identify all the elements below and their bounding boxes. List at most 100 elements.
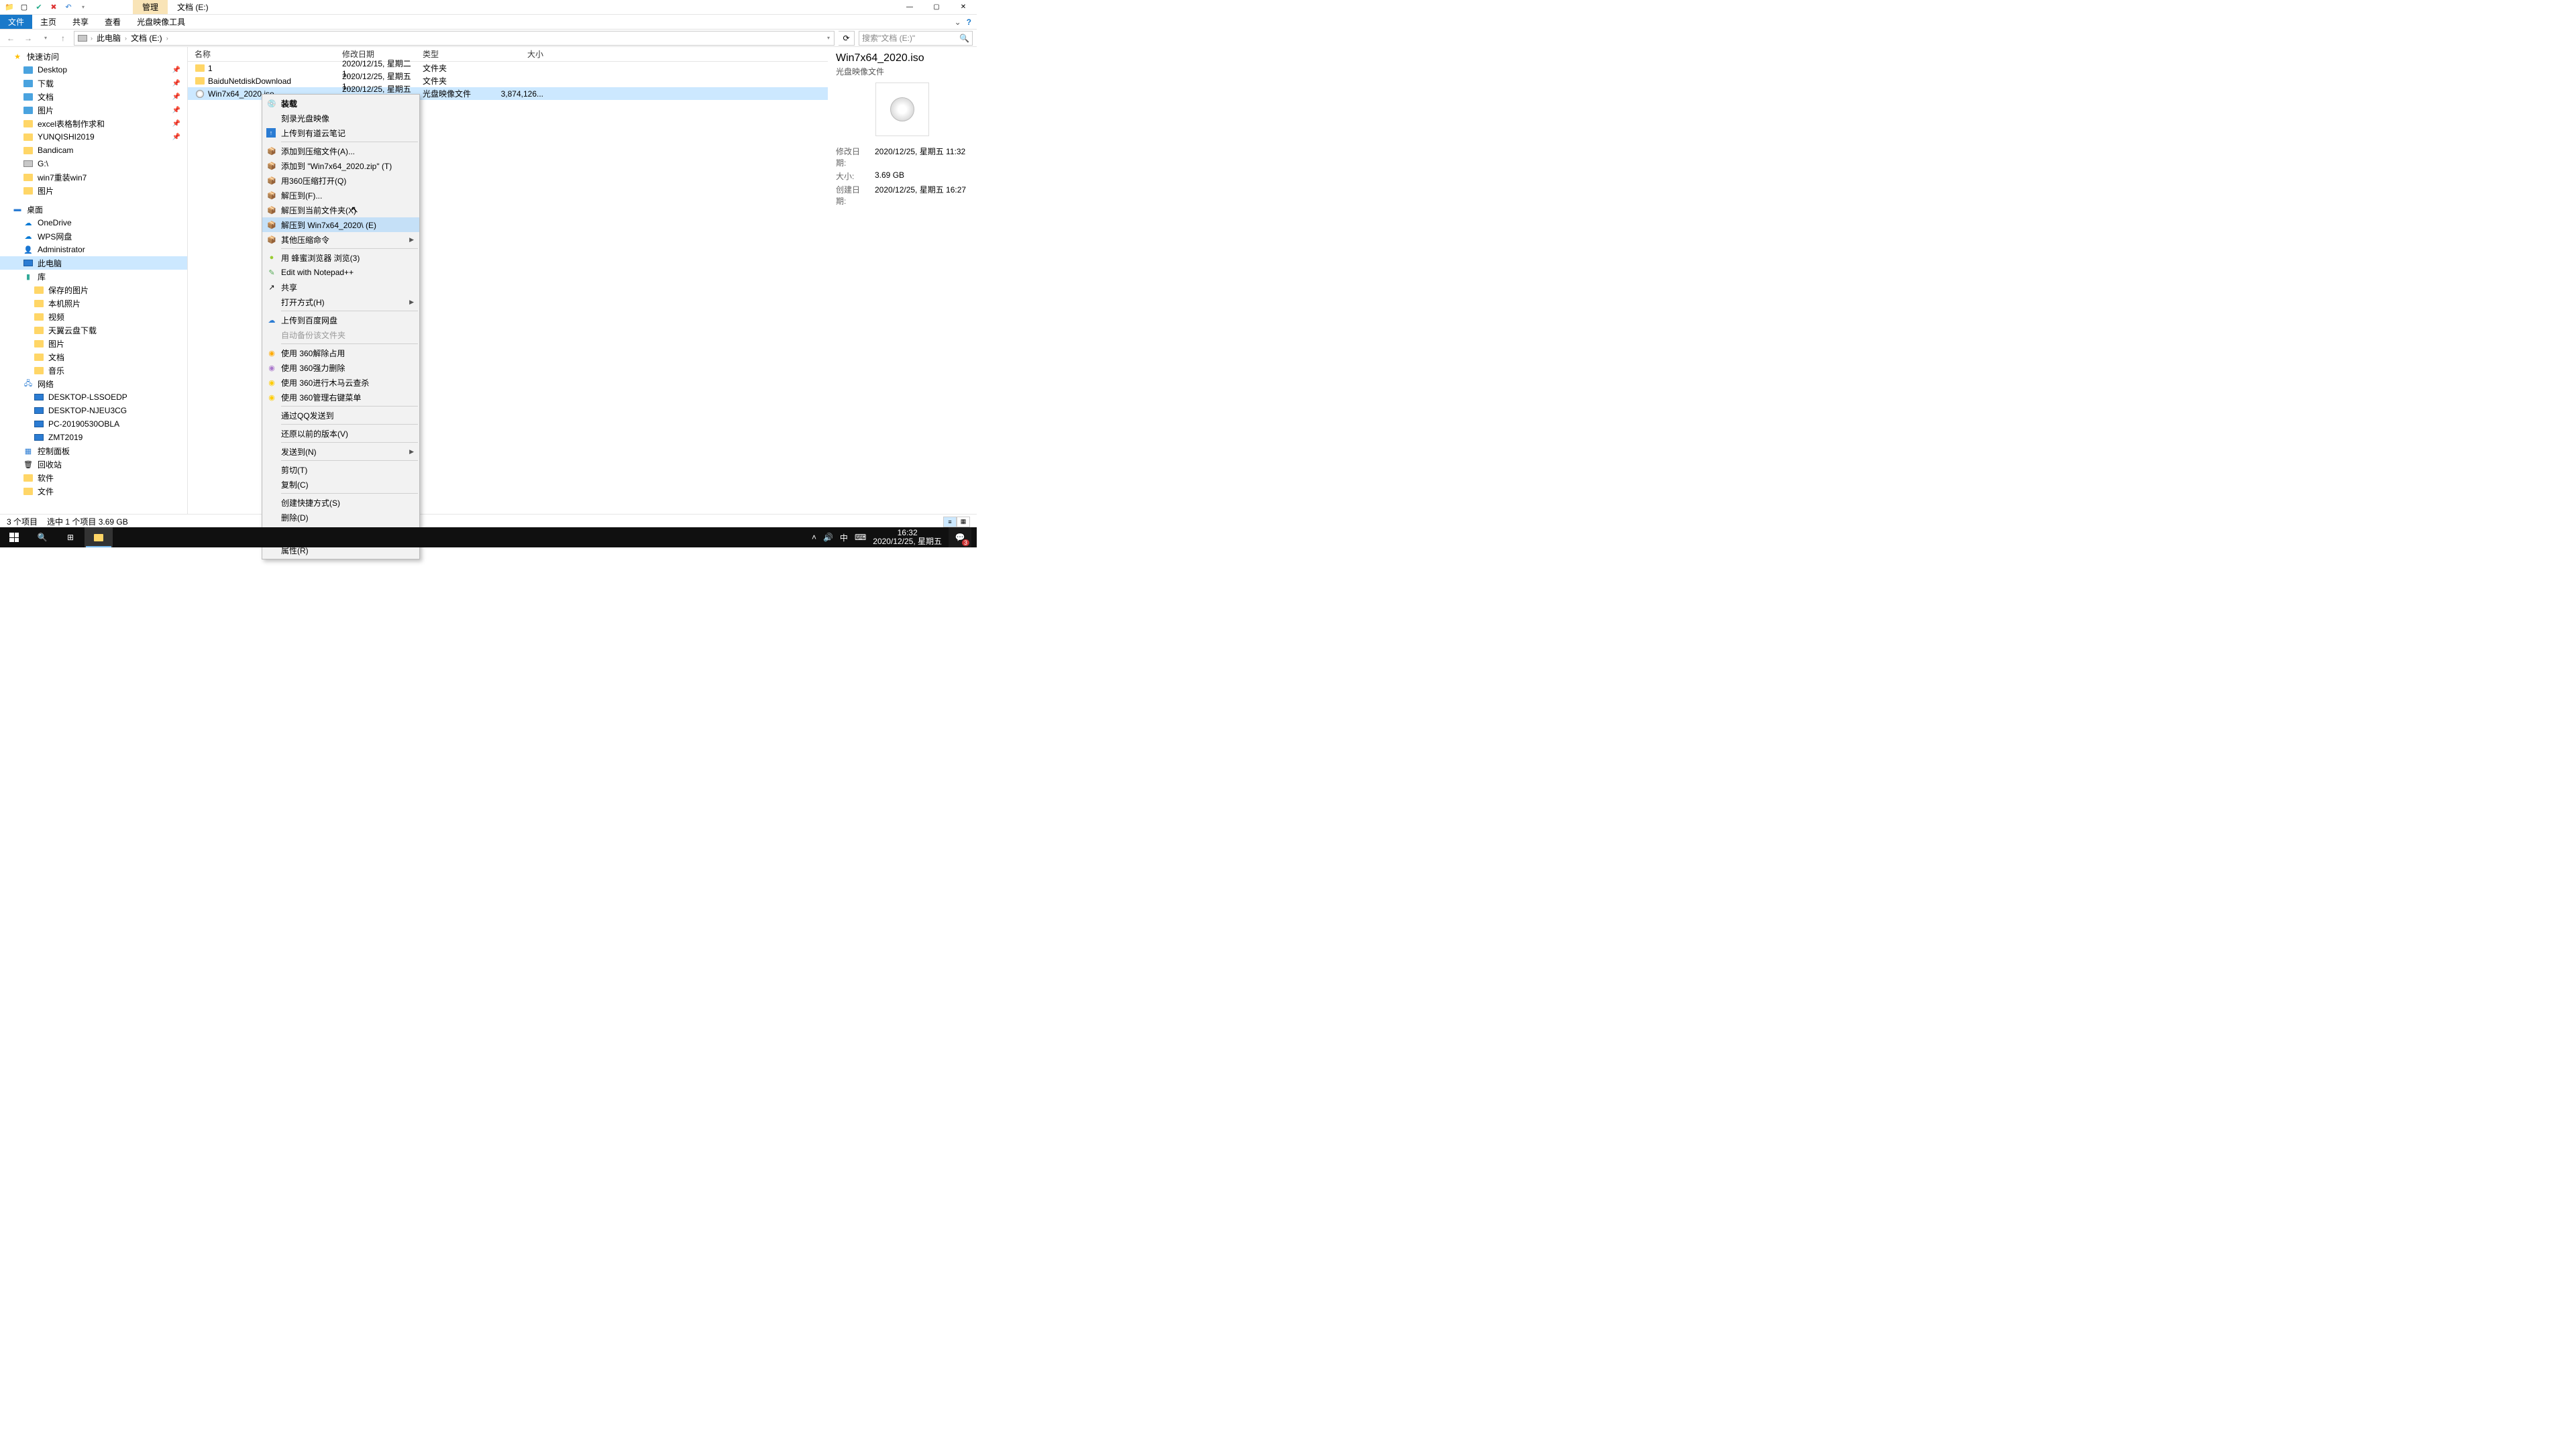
tree-net-pc-2[interactable]: DESKTOP-NJEU3CG	[0, 404, 187, 417]
task-view-button[interactable]: ⊞	[56, 527, 85, 547]
taskbar-search-button[interactable]: 🔍	[28, 527, 56, 547]
tree-music[interactable]: 音乐	[0, 364, 187, 377]
crumb-location[interactable]: 文档 (E:)	[129, 32, 164, 44]
start-button[interactable]	[0, 527, 28, 547]
tree-tianyi[interactable]: 天翼云盘下载	[0, 323, 187, 337]
ctx-360-unlock[interactable]: ◉使用 360解除占用	[262, 345, 419, 360]
tree-libraries[interactable]: ▮库	[0, 270, 187, 283]
maximize-button[interactable]: ▢	[923, 0, 950, 15]
tree-win7-folder[interactable]: win7重装win7	[0, 170, 187, 184]
ctx-copy[interactable]: 复制(C)	[262, 477, 419, 492]
refresh-button[interactable]: ⟳	[839, 31, 855, 46]
qat-undo-icon[interactable]: ↶	[63, 2, 74, 13]
tree-recycle[interactable]: 🗑回收站	[0, 458, 187, 471]
ctx-360-delete[interactable]: ◉使用 360强力删除	[262, 360, 419, 375]
qat-check-icon[interactable]: ✔	[34, 2, 44, 13]
action-center-button[interactable]: 💬3	[949, 527, 971, 547]
tree-desktop[interactable]: Desktop📌	[0, 63, 187, 76]
tree-camera-roll[interactable]: 本机照片	[0, 297, 187, 310]
ctx-youdao[interactable]: ↑上传到有道云笔记	[262, 125, 419, 140]
col-size[interactable]: 大小	[490, 48, 543, 60]
ctx-burn[interactable]: 刻录光盘映像	[262, 111, 419, 125]
qat-checkbox-icon[interactable]: ▢	[19, 2, 30, 13]
tree-administrator[interactable]: 👤Administrator	[0, 243, 187, 256]
ctx-share[interactable]: ↗共享	[262, 280, 419, 294]
ctx-add-zip[interactable]: 📦添加到 "Win7x64_2020.zip" (T)	[262, 158, 419, 173]
col-name[interactable]: 名称	[195, 48, 342, 60]
breadcrumb[interactable]: › 此电脑 › 文档 (E:) › ▾	[74, 31, 835, 46]
ctx-add-archive[interactable]: 📦添加到压缩文件(A)...	[262, 144, 419, 158]
ribbon-tab-file[interactable]: 文件	[0, 15, 32, 29]
ribbon-expand-icon[interactable]: ⌄	[955, 17, 961, 27]
tree-net-pc-4[interactable]: ZMT2019	[0, 431, 187, 444]
ctx-create-shortcut[interactable]: 创建快捷方式(S)	[262, 495, 419, 510]
tray-overflow-icon[interactable]: ˄	[812, 533, 816, 542]
ctx-other-compress[interactable]: 📦其他压缩命令▶	[262, 232, 419, 247]
qat-delete-icon[interactable]: ✖	[48, 2, 59, 13]
tree-net-pc-1[interactable]: DESKTOP-LSSOEDP	[0, 390, 187, 404]
breadcrumb-dropdown-icon[interactable]: ▾	[827, 35, 831, 41]
chevron-right-icon[interactable]: ›	[89, 35, 94, 42]
tree-pictures-3[interactable]: 图片	[0, 337, 187, 350]
tree-net-pc-3[interactable]: PC-20190530OBLA	[0, 417, 187, 431]
ctx-restore-versions[interactable]: 还原以前的版本(V)	[262, 426, 419, 441]
nav-up-button[interactable]: ↑	[56, 32, 70, 45]
tree-yunqishi[interactable]: YUNQISHI2019📌	[0, 130, 187, 144]
ribbon-tab-iso-tools[interactable]: 光盘映像工具	[129, 15, 193, 29]
taskbar-clock[interactable]: 16:32 2020/12/25, 星期五	[873, 529, 942, 546]
ctx-extract-to[interactable]: 📦解压到(F)...	[262, 188, 419, 203]
tree-onedrive[interactable]: ☁OneDrive	[0, 216, 187, 229]
ribbon-tab-share[interactable]: 共享	[64, 15, 97, 29]
help-icon[interactable]: ?	[967, 17, 971, 27]
ctx-open-with[interactable]: 打开方式(H)▶	[262, 294, 419, 309]
tree-pictures-2[interactable]: 图片	[0, 184, 187, 197]
ime-indicator[interactable]: 中	[840, 532, 848, 543]
ribbon-tab-home[interactable]: 主页	[32, 15, 64, 29]
search-input[interactable]: 搜索"文档 (E:)" 🔍	[859, 31, 973, 46]
tree-quick-access[interactable]: ★快速访问	[0, 50, 187, 63]
taskbar-explorer-button[interactable]	[85, 527, 113, 547]
tree-desktop-root[interactable]: ▬桌面	[0, 203, 187, 216]
ctx-send-to[interactable]: 发送到(N)▶	[262, 444, 419, 459]
tree-documents[interactable]: 文档📌	[0, 90, 187, 103]
tree-excel-folder[interactable]: excel表格制作求和📌	[0, 117, 187, 130]
ctx-delete[interactable]: 删除(D)	[262, 510, 419, 525]
qat-dropdown-icon[interactable]: ▾	[78, 2, 89, 13]
file-row[interactable]: BaiduNetdiskDownload 2020/12/25, 星期五 1..…	[188, 74, 828, 87]
tree-pictures[interactable]: 图片📌	[0, 103, 187, 117]
nav-history-dropdown[interactable]: ▾	[39, 32, 52, 45]
minimize-button[interactable]: —	[896, 0, 923, 15]
ctx-bee-browser[interactable]: ●用 蜂蜜浏览器 浏览(3)	[262, 250, 419, 265]
ribbon-tab-view[interactable]: 查看	[97, 15, 129, 29]
view-icons-button[interactable]: ▦	[957, 517, 970, 527]
tree-this-pc[interactable]: 此电脑	[0, 256, 187, 270]
ctx-qq-send[interactable]: 通过QQ发送到	[262, 408, 419, 423]
tree-video[interactable]: 视频	[0, 310, 187, 323]
chevron-right-icon[interactable]: ›	[165, 35, 170, 42]
keyboard-icon[interactable]: ⌨	[855, 533, 866, 542]
volume-icon[interactable]: 🔊	[823, 533, 833, 542]
tree-wps[interactable]: ☁WPS网盘	[0, 229, 187, 243]
col-type[interactable]: 类型	[423, 48, 490, 60]
ctx-360-scan[interactable]: ◉使用 360进行木马云查杀	[262, 375, 419, 390]
tree-control-panel[interactable]: ▦控制面板	[0, 444, 187, 458]
ctx-open-360[interactable]: 📦用360压缩打开(Q)	[262, 173, 419, 188]
tree-network[interactable]: 🖧网络	[0, 377, 187, 390]
tree-downloads[interactable]: 下载📌	[0, 76, 187, 90]
nav-back-button[interactable]: ←	[4, 32, 17, 45]
ctx-extract-here[interactable]: 📦解压到当前文件夹(X)	[262, 203, 419, 217]
tree-g-drive[interactable]: G:\	[0, 157, 187, 170]
ctx-notepadpp[interactable]: ✎Edit with Notepad++	[262, 265, 419, 280]
nav-forward-button[interactable]: →	[21, 32, 35, 45]
tree-bandicam[interactable]: Bandicam	[0, 144, 187, 157]
ctx-cut[interactable]: 剪切(T)	[262, 462, 419, 477]
close-button[interactable]: ✕	[950, 0, 977, 15]
view-details-button[interactable]: ≡	[943, 517, 957, 527]
chevron-right-icon[interactable]: ›	[123, 35, 128, 42]
ctx-360-menu[interactable]: ◉使用 360管理右键菜单	[262, 390, 419, 405]
ctx-baidu-upload[interactable]: ☁上传到百度网盘	[262, 313, 419, 327]
tree-software[interactable]: 软件	[0, 471, 187, 484]
file-row[interactable]: 1 2020/12/15, 星期二 1... 文件夹	[188, 62, 828, 74]
tree-saved-pictures[interactable]: 保存的图片	[0, 283, 187, 297]
tree-documents-2[interactable]: 文档	[0, 350, 187, 364]
